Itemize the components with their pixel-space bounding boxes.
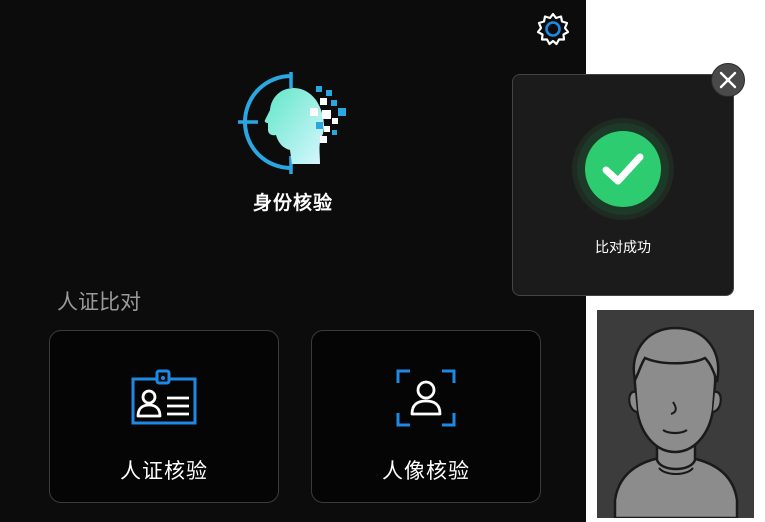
section-label: 人证比对 <box>57 290 141 314</box>
card-label-face-verification: 人像核验 <box>382 459 470 483</box>
check-icon <box>572 118 674 220</box>
face-verification-card[interactable]: 人像核验 <box>311 330 541 503</box>
close-button[interactable] <box>711 63 745 97</box>
main-screen: 身份核验 人证比对 人证核验 人像核验 <box>0 0 586 522</box>
success-message: 比对成功 <box>595 240 651 256</box>
app-title: 身份核验 <box>252 192 333 214</box>
face-frame-icon <box>396 369 456 427</box>
id-card-icon <box>131 369 197 425</box>
gear-icon <box>536 12 570 46</box>
success-dialog: 比对成功 <box>512 74 734 296</box>
person-portrait <box>597 310 754 518</box>
close-icon <box>719 71 737 89</box>
id-verification-card[interactable]: 人证核验 <box>49 330 279 503</box>
card-label-id-verification: 人证核验 <box>120 459 208 483</box>
captured-photo <box>597 310 754 518</box>
settings-button[interactable] <box>534 10 572 48</box>
face-scan-logo-icon <box>238 72 346 174</box>
